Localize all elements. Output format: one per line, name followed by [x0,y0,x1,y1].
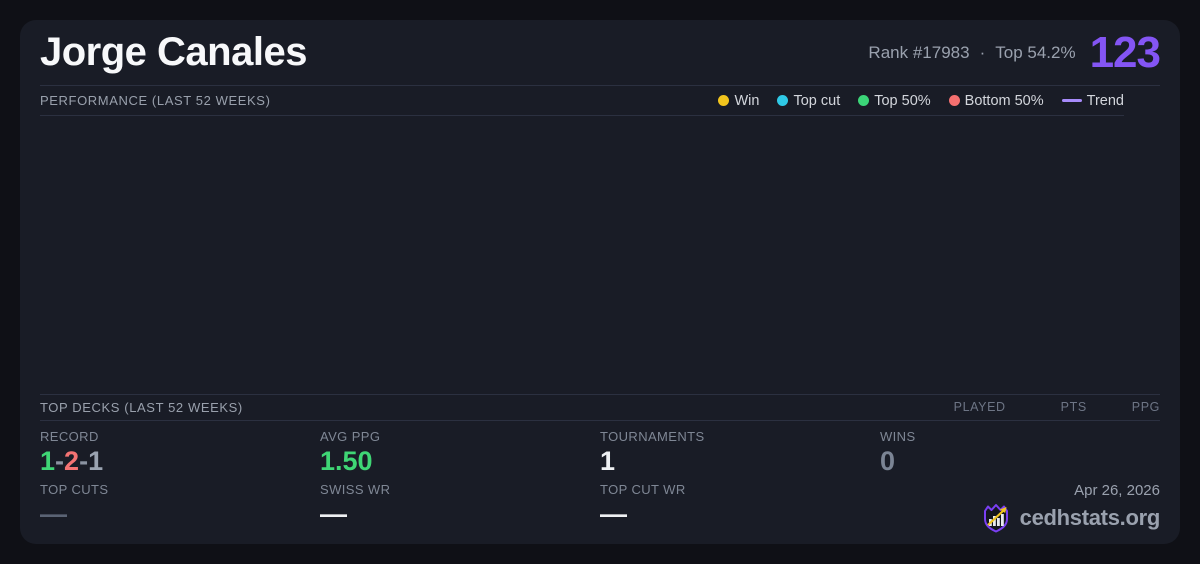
performance-title: PERFORMANCE (LAST 52 WEEKS) [40,93,271,108]
stat-avg-ppg: AVG PPG 1.50 [320,429,600,477]
top-decks-title: TOP DECKS (LAST 52 WEEKS) [40,400,243,415]
generated-date: Apr 26, 2026 [1074,482,1160,499]
legend-label: Top cut [793,93,840,109]
top-50-dot-icon [858,95,869,106]
legend-label: Bottom 50% [965,93,1044,109]
stat-record: RECORD 1-2-1 [40,429,320,477]
record-losses: 2 [64,446,79,476]
tournaments-value: 1 [600,446,880,477]
stat-wins: WINS 0 [880,429,1160,477]
chart-legend: Win Top cut Top 50% Bottom 50% Trend [718,93,1124,109]
stats-grid: RECORD 1-2-1 AVG PPG 1.50 TOURNAMENTS 1 … [40,429,1160,534]
record-separator: - [79,446,88,476]
card-footer: Apr 26, 2026 cedhstats.org [880,482,1160,534]
column-played: PLAYED [954,400,1006,414]
cedhstats-shield-logo-icon [980,502,1012,534]
stat-label: AVG PPG [320,429,600,444]
legend-item-win: Win [718,93,759,109]
record-wins: 1 [40,446,55,476]
brand-site-name: cedhstats.org [1020,505,1160,531]
legend-item-bottom-50: Bottom 50% [949,93,1044,109]
rank-number: Rank #17983 [868,43,969,63]
avg-ppg-value: 1.50 [320,446,600,477]
stat-label: TOP CUT WR [600,482,880,497]
legend-label: Win [734,93,759,109]
legend-item-trend: Trend [1062,93,1124,109]
stat-label: RECORD [40,429,320,444]
column-pts: PTS [1061,400,1087,414]
legend-item-top-50: Top 50% [858,93,930,109]
legend-item-top-cut: Top cut [777,93,840,109]
rank-separator-dot: · [980,43,986,63]
card-header: Jorge Canales Rank #17983 · Top 54.2% 12… [40,20,1160,86]
stat-label: SWISS WR [320,482,600,497]
bottom-50-dot-icon [949,95,960,106]
record-draws: 1 [88,446,103,476]
stat-top-cut-wr: TOP CUT WR — [600,482,880,534]
top-cut-wr-value: — [600,499,880,530]
rank-text: Rank #17983 · Top 54.2% [868,43,1075,63]
trend-line-icon [1062,99,1082,102]
win-dot-icon [718,95,729,106]
column-ppg: PPG [1132,400,1160,414]
swiss-wr-value: — [320,499,600,530]
top-decks-header: TOP DECKS (LAST 52 WEEKS) PLAYED PTS PPG [40,394,1160,421]
stat-label: TOP CUTS [40,482,320,497]
stat-swiss-wr: SWISS WR — [320,482,600,534]
rank-group: Rank #17983 · Top 54.2% 123 [868,31,1160,75]
player-name: Jorge Canales [40,30,307,75]
top-decks-columns: PLAYED PTS PPG [954,400,1160,414]
performance-chart-area [40,116,1160,394]
stat-label: WINS [880,429,1160,444]
record-value: 1-2-1 [40,446,320,477]
stat-top-cuts: TOP CUTS — [40,482,320,534]
stat-label: TOURNAMENTS [600,429,880,444]
record-separator: - [55,446,64,476]
brand: cedhstats.org [980,502,1160,534]
wins-value: 0 [880,446,1160,477]
top-cut-dot-icon [777,95,788,106]
legend-label: Top 50% [874,93,930,109]
stat-tournaments: TOURNAMENTS 1 [600,429,880,477]
top-cuts-value: — [40,499,320,530]
legend-label: Trend [1087,93,1124,109]
points-value: 123 [1090,31,1160,75]
top-percent: Top 54.2% [995,43,1075,63]
player-stats-card: Jorge Canales Rank #17983 · Top 54.2% 12… [20,20,1180,544]
performance-header: PERFORMANCE (LAST 52 WEEKS) Win Top cut … [40,86,1124,116]
